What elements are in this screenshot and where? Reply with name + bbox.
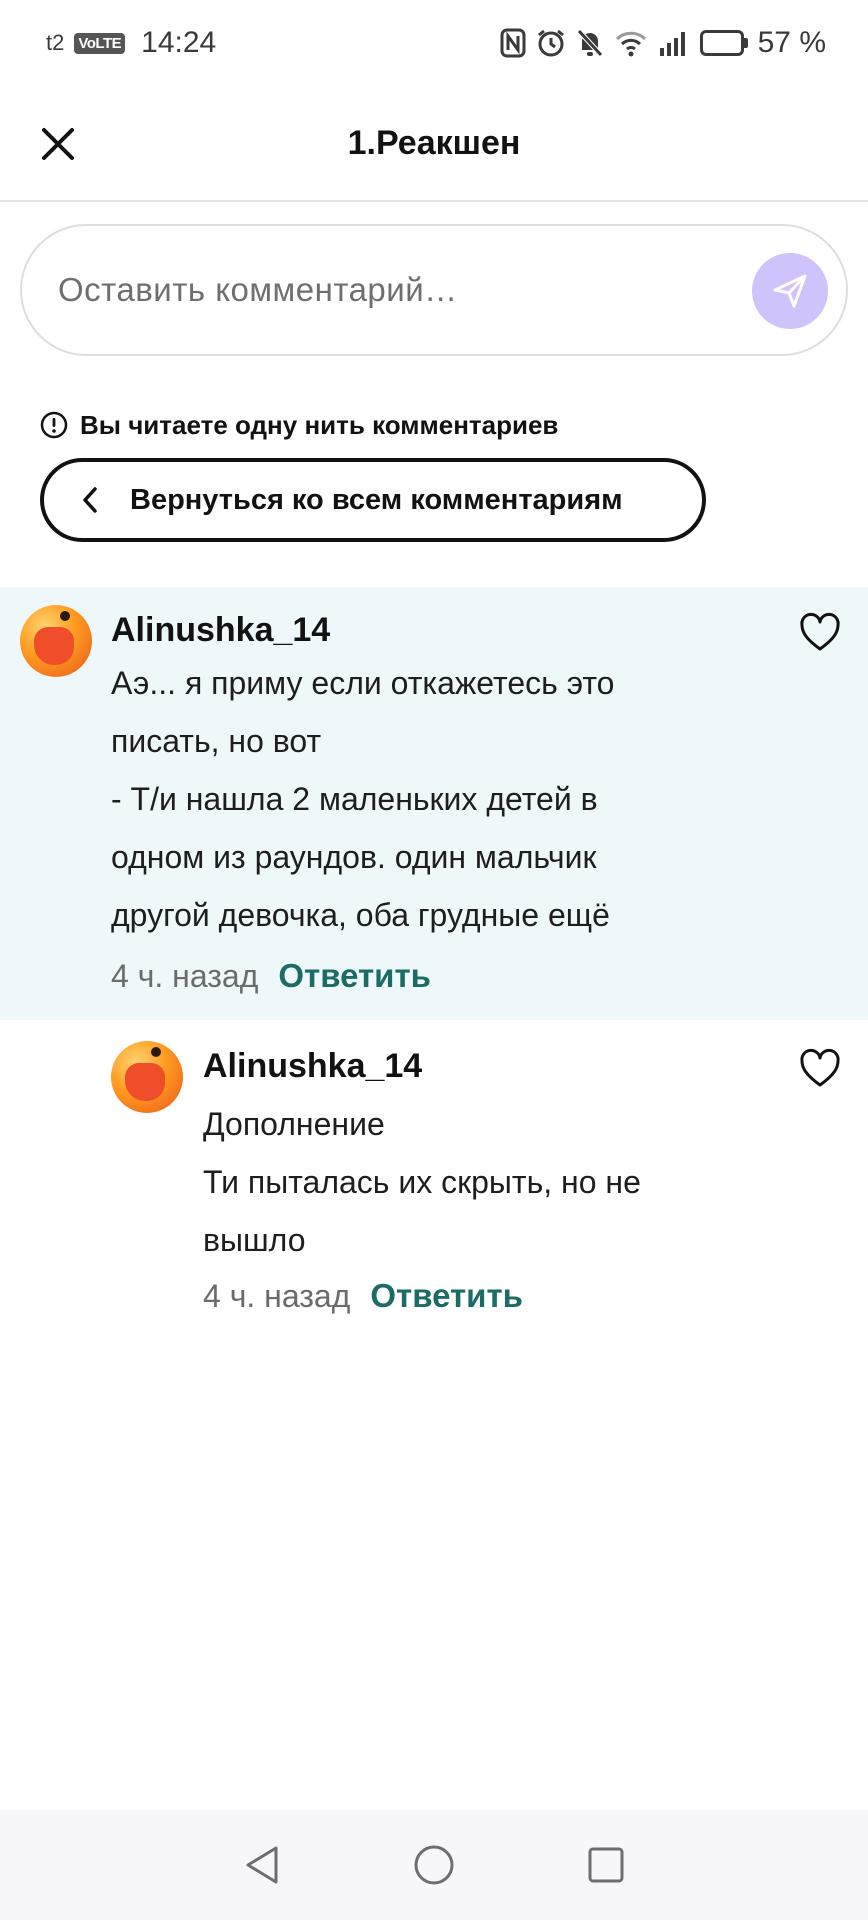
comment-username[interactable]: Alinushka_14	[111, 611, 330, 650]
system-nav-bar	[0, 1810, 868, 1920]
back-triangle-icon	[246, 1846, 278, 1884]
comment-body: Дополнение Ти пыталась их скрыть, но не …	[203, 1095, 641, 1269]
volte-badge: VoLTE	[74, 32, 126, 54]
back-button-label: Вернуться ко всем комментариям	[130, 483, 623, 516]
info-icon	[40, 411, 68, 439]
thread-notice-text: Вы читаете одну нить комментариев	[80, 409, 559, 440]
comment-line: одном из раундов. один мальчик	[111, 839, 597, 875]
chevron-left-icon	[83, 487, 97, 513]
comment-input-placeholder: Оставить комментарий…	[58, 271, 458, 308]
send-icon	[773, 274, 807, 308]
mute-icon	[576, 27, 604, 59]
status-right: 57 %	[500, 26, 826, 60]
thread-notice: Вы читаете одну нить комментариев	[40, 408, 558, 442]
back-to-all-comments-button[interactable]: Вернуться ко всем комментариям	[40, 458, 706, 542]
send-button[interactable]	[752, 253, 828, 329]
clock: 14:24	[141, 26, 217, 59]
comment-meta: 4 ч. назад Ответить	[111, 957, 431, 995]
comment-highlighted: Alinushka_14 Аэ... я приму если откажете…	[0, 587, 868, 1020]
avatar[interactable]	[111, 1041, 183, 1113]
page-title: 1.Реакшен	[347, 123, 521, 162]
nav-back-button[interactable]	[240, 1843, 284, 1887]
comment-line: Ти пыталась их скрыть, но не	[203, 1164, 641, 1200]
battery-percent: 57 %	[757, 26, 826, 59]
nav-home-button[interactable]	[412, 1843, 456, 1887]
comment-line: - Т/и нашла 2 маленьких детей в	[111, 781, 598, 817]
reply-button[interactable]: Ответить	[370, 1277, 523, 1315]
like-button[interactable]	[798, 611, 842, 655]
screen: t2 VoLTE 14:24 57 % 1.Реакшен Оставить к…	[0, 0, 868, 1920]
carrier-label: t2	[46, 30, 65, 55]
like-button[interactable]	[798, 1047, 842, 1091]
home-circle-icon	[414, 1845, 454, 1885]
signal-icon	[658, 27, 690, 59]
close-icon	[42, 128, 74, 160]
header: 1.Реакшен	[0, 86, 868, 202]
heart-icon	[800, 1048, 840, 1087]
recents-square-icon	[588, 1847, 624, 1883]
nfc-icon	[500, 27, 526, 59]
comment-line: писать, но вот	[111, 723, 322, 759]
comment-meta: 4 ч. назад Ответить	[203, 1277, 523, 1315]
heart-icon	[800, 612, 840, 651]
comment-line: вышло	[203, 1222, 306, 1258]
comment-username[interactable]: Alinushka_14	[203, 1047, 422, 1086]
comment-body: Аэ... я приму если откажетесь это писать…	[111, 654, 614, 944]
nav-recents-button[interactable]	[584, 1843, 628, 1887]
status-left: t2 VoLTE 14:24	[46, 26, 216, 60]
comment-time: 4 ч. назад	[203, 1278, 351, 1314]
status-bar: t2 VoLTE 14:24 57 %	[0, 0, 868, 86]
comment-line: Дополнение	[203, 1106, 385, 1142]
comment-input[interactable]: Оставить комментарий…	[20, 224, 848, 356]
wifi-icon	[614, 27, 648, 59]
reply-button[interactable]: Ответить	[278, 957, 431, 995]
alarm-icon	[536, 27, 566, 59]
avatar[interactable]	[20, 605, 92, 677]
comment-line: другой девочка, оба грудные ещё	[111, 897, 610, 933]
close-button[interactable]	[30, 116, 86, 172]
comment-time: 4 ч. назад	[111, 958, 259, 994]
comment-line: Аэ... я приму если откажетесь это	[111, 665, 615, 701]
battery-icon	[699, 30, 748, 56]
